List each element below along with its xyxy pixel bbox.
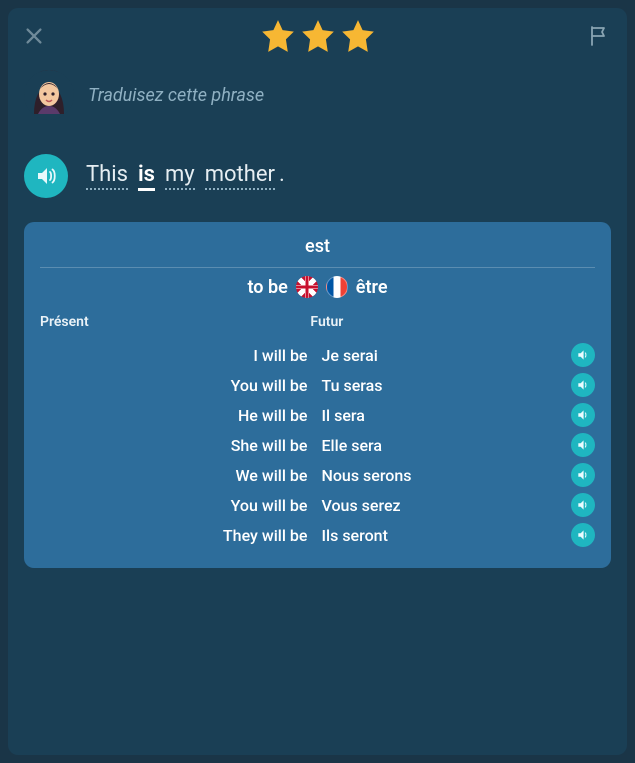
conjugation-english: They will be: [40, 526, 318, 545]
star-rating: [259, 17, 377, 55]
play-conjugation-button[interactable]: [571, 343, 595, 367]
uk-flag-icon: [296, 276, 318, 298]
conjugation-french: Elle sera: [318, 436, 572, 455]
conjugation-english: We will be: [40, 466, 318, 485]
conjugation-french: Nous serons: [318, 466, 572, 485]
modal-header: [8, 8, 627, 64]
tense-tabs: Présent Futur: [34, 308, 601, 340]
conjugation-row: You will beVous serez: [40, 490, 595, 520]
instruction-row: Traduisez cette phrase: [8, 64, 627, 120]
instruction-text: Traduisez cette phrase: [88, 85, 264, 106]
word-this[interactable]: This: [86, 162, 128, 190]
conjugation-row: She will beElle sera: [40, 430, 595, 460]
word-mother[interactable]: mother: [205, 162, 275, 190]
sentence-row: Thisismy mother.: [8, 120, 627, 216]
conjugation-row: I will beJe serai: [40, 340, 595, 370]
speaker-icon: [576, 498, 590, 512]
tense-tab-present[interactable]: Présent: [40, 314, 306, 330]
word-is[interactable]: is: [138, 162, 155, 191]
play-conjugation-button[interactable]: [571, 433, 595, 457]
word-popup: est to be être Présent Futur I will beJe…: [24, 222, 611, 568]
conjugation-english: He will be: [40, 406, 318, 425]
conjugation-french: Tu seras: [318, 376, 572, 395]
conjugation-english: You will be: [40, 496, 318, 515]
star-icon: [259, 17, 297, 55]
avatar: [24, 70, 74, 120]
tense-tab-future[interactable]: Futur: [306, 314, 595, 330]
conjugation-french: Vous serez: [318, 496, 572, 515]
close-button[interactable]: [22, 24, 46, 48]
speaker-icon: [576, 348, 590, 362]
conjugation-french: Ils seront: [318, 526, 572, 545]
conjugation-row: We will beNous serons: [40, 460, 595, 490]
play-conjugation-button[interactable]: [571, 523, 595, 547]
exercise-modal: Traduisez cette phrase Thisismy mother. e…: [8, 8, 627, 755]
play-conjugation-button[interactable]: [571, 463, 595, 487]
conjugation-english: She will be: [40, 436, 318, 455]
conjugation-french: Il sera: [318, 406, 572, 425]
conjugation-row: They will beIls seront: [40, 520, 595, 550]
speaker-icon: [576, 468, 590, 482]
popup-word: est: [34, 234, 601, 267]
close-icon: [23, 25, 45, 47]
conjugation-french: Je serai: [318, 346, 572, 365]
conjugation-english: You will be: [40, 376, 318, 395]
punctuation: .: [279, 162, 285, 187]
sentence: Thisismy mother.: [86, 162, 285, 191]
speaker-icon: [576, 408, 590, 422]
conjugation-row: He will beIl sera: [40, 400, 595, 430]
play-conjugation-button[interactable]: [571, 403, 595, 427]
play-conjugation-button[interactable]: [571, 493, 595, 517]
verb-target: être: [356, 277, 388, 298]
play-sentence-button[interactable]: [24, 154, 68, 198]
speaker-icon: [576, 438, 590, 452]
speaker-icon: [576, 378, 590, 392]
avatar-image: [24, 70, 74, 120]
speaker-icon: [34, 164, 58, 188]
divider: [40, 267, 595, 268]
report-button[interactable]: [585, 22, 613, 50]
play-conjugation-button[interactable]: [571, 373, 595, 397]
conjugation-english: I will be: [40, 346, 318, 365]
flag-icon: [587, 24, 611, 48]
speaker-icon: [576, 528, 590, 542]
verb-source: to be: [247, 277, 287, 298]
conjugation-row: You will beTu seras: [40, 370, 595, 400]
star-icon: [339, 17, 377, 55]
star-icon: [299, 17, 337, 55]
conjugation-table: I will beJe seraiYou will beTu serasHe w…: [34, 340, 601, 550]
word-my[interactable]: my: [165, 162, 195, 190]
verb-infinitive-row: to be être: [34, 276, 601, 308]
fr-flag-icon: [326, 276, 348, 298]
